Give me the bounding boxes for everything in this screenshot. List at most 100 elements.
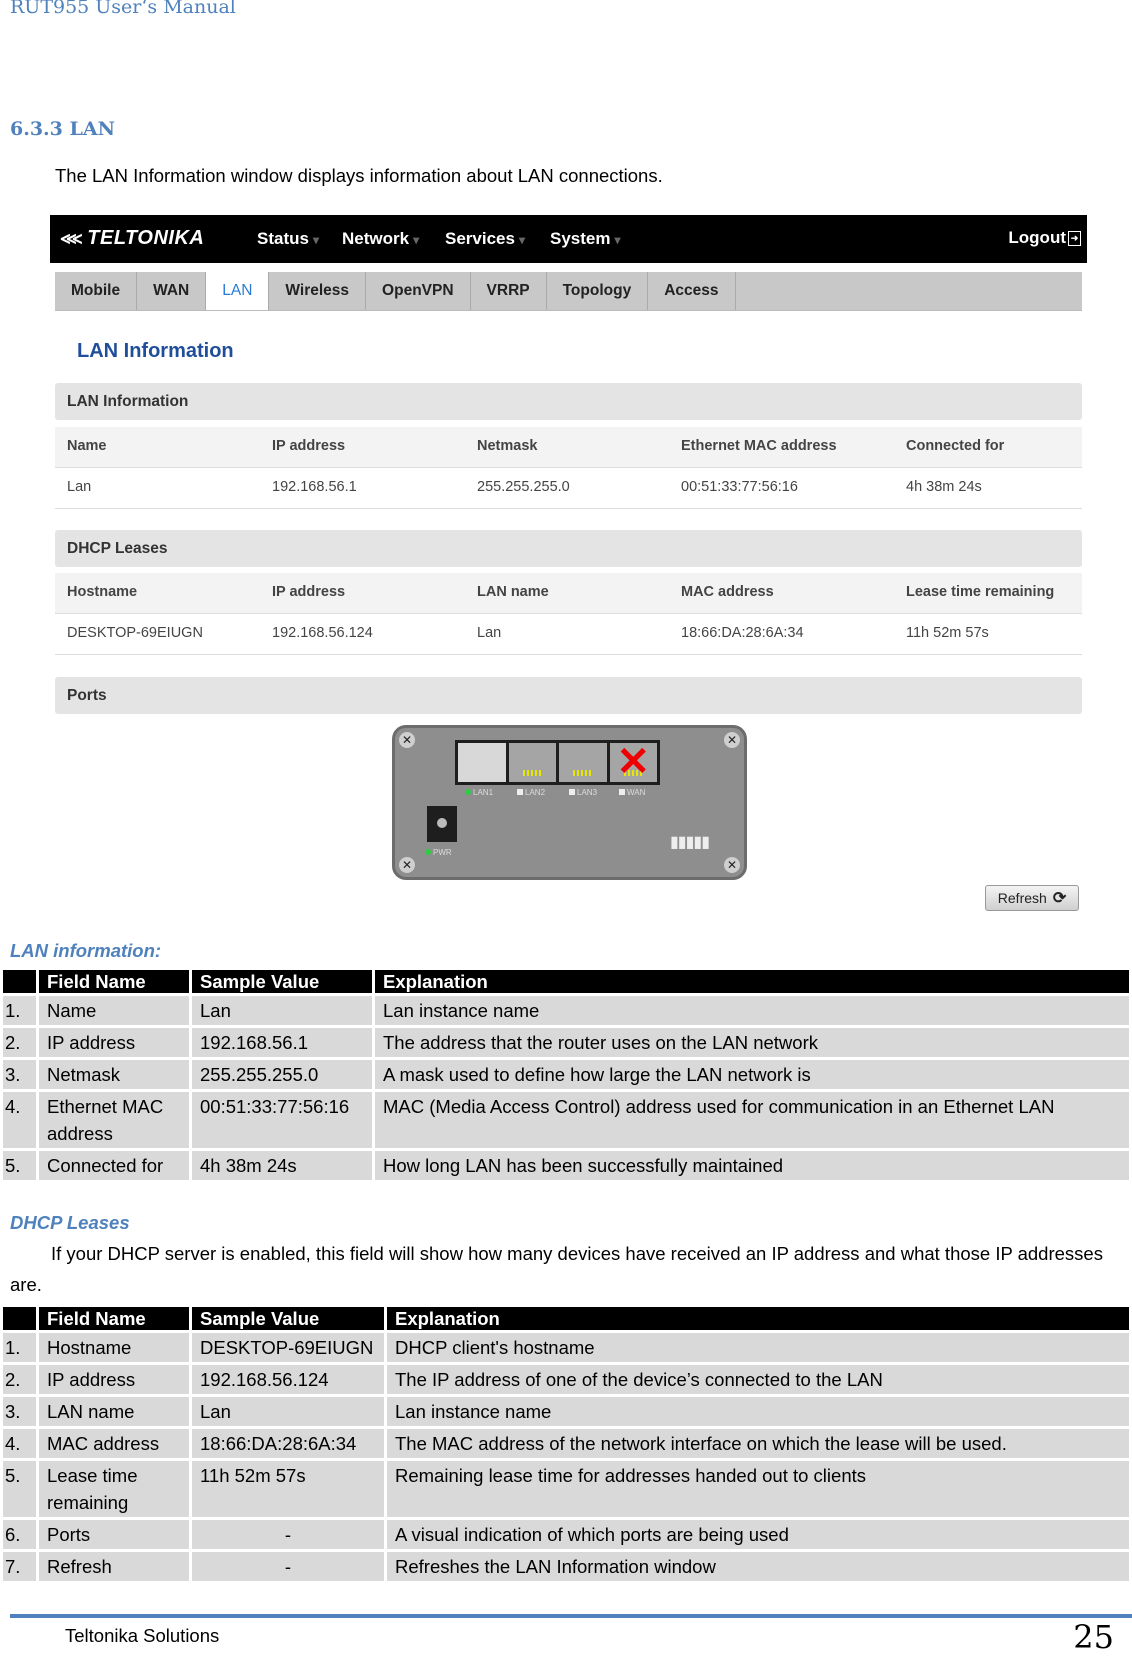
- logout-icon: ➜: [1068, 230, 1081, 246]
- port-lan2: [508, 743, 556, 782]
- refresh-button[interactable]: Refresh ⟳: [985, 885, 1079, 911]
- explanation: A mask used to define how large the LAN …: [375, 1060, 1129, 1089]
- table-row: 1. Name Lan Lan instance name: [3, 996, 1129, 1025]
- intro-paragraph: The LAN Information window displays info…: [55, 165, 663, 186]
- led-off-icon: [569, 789, 575, 795]
- column-header: Lease time remaining: [906, 584, 1055, 600]
- nav-label: System: [550, 229, 611, 248]
- field-name: MAC address: [39, 1429, 189, 1458]
- table-row: 3. Netmask 255.255.255.0 A mask used to def…: [3, 1060, 1129, 1089]
- tab-wireless[interactable]: Wireless: [269, 272, 367, 310]
- cell: Lan: [67, 479, 92, 495]
- cell: 255.255.255.0: [477, 479, 570, 495]
- nav-label: Network: [342, 229, 410, 248]
- sample-value: 192.168.56.124: [192, 1365, 384, 1394]
- column-header: IP address: [272, 584, 346, 600]
- port-lan3: [559, 743, 607, 782]
- row-number: 1.: [3, 996, 36, 1025]
- tab-access[interactable]: Access: [648, 272, 736, 310]
- field-name: IP address: [39, 1028, 189, 1057]
- field-name: Netmask: [39, 1060, 189, 1089]
- cell: DESKTOP-69EIUGN: [67, 625, 203, 641]
- lan-info-row: Lan 192.168.56.1 255.255.255.0 00:51:33:…: [55, 468, 1082, 509]
- table-row: 6. Ports - A visual indication of which por…: [3, 1520, 1129, 1549]
- led-on-icon: [425, 849, 431, 855]
- port-label-text: LAN3: [577, 788, 598, 797]
- router-ui-screenshot: ⋘ TELTONIKA Status ▾ Network ▾ Services ▾ S…: [50, 215, 1087, 933]
- sample-value: Lan: [192, 996, 372, 1025]
- cell: 00:51:33:77:56:16: [681, 479, 798, 495]
- explanation: The MAC address of the network interface…: [387, 1429, 1129, 1458]
- explanation: How long LAN has been successfully maint…: [375, 1151, 1129, 1180]
- refresh-icon: ⟳: [1052, 890, 1067, 907]
- lan-info-header-row: Name IP address Netmask Ethernet MAC add…: [55, 427, 1082, 468]
- footer-company: Teltonika Solutions: [65, 1625, 220, 1646]
- sample-value: DESKTOP-69EIUGN: [192, 1333, 384, 1362]
- screw-icon: ✕: [399, 732, 415, 748]
- ethernet-ports: ✕: [455, 740, 660, 785]
- row-number: 4.: [3, 1092, 36, 1148]
- tab-wan[interactable]: WAN: [137, 272, 207, 310]
- port-lan1: [458, 743, 506, 782]
- field-name: Lease time remaining: [39, 1461, 189, 1517]
- nav-network[interactable]: Network ▾: [342, 229, 419, 249]
- table-row: 5. Connected for 4h 38m 24s How long LAN ha…: [3, 1151, 1129, 1180]
- row-number: 3.: [3, 1060, 36, 1089]
- port-wan: ✕: [609, 742, 657, 782]
- logout-button[interactable]: Logout ➜: [1008, 228, 1081, 248]
- refresh-label: Refresh: [997, 890, 1047, 906]
- dhcp-leases-table: Field Name Sample Value Explanation 1. Ho…: [0, 1304, 1132, 1584]
- explanation: A visual indication of which ports are b…: [387, 1520, 1129, 1549]
- column-header: IP address: [272, 438, 346, 454]
- logout-label: Logout: [1008, 228, 1066, 247]
- tab-mobile[interactable]: Mobile: [55, 272, 138, 310]
- nav-system[interactable]: System ▾: [550, 229, 621, 249]
- row-number: 2.: [3, 1028, 36, 1057]
- field-name: Ports: [39, 1520, 189, 1549]
- top-navbar: ⋘ TELTONIKA Status ▾ Network ▾ Services ▾ S…: [50, 215, 1087, 263]
- page-title: LAN Information: [77, 340, 234, 362]
- column-header: Field Name: [39, 970, 189, 993]
- sample-value: 192.168.56.1: [192, 1028, 372, 1057]
- field-name: Hostname: [39, 1333, 189, 1362]
- tab-bar: Mobile WAN LAN Wireless OpenVPN VRRP Top…: [55, 272, 1082, 311]
- explanation: MAC (Media Access Control) address used …: [375, 1092, 1129, 1148]
- led-off-icon: [619, 789, 625, 795]
- brand-name: TELTONIKA: [87, 227, 205, 249]
- port-pins: [522, 770, 542, 776]
- teltonika-logo: ⋘ TELTONIKA: [60, 227, 204, 250]
- explanation: Lan instance name: [375, 996, 1129, 1025]
- nav-services[interactable]: Services ▾: [445, 229, 525, 249]
- port-label-lan1: LAN1: [465, 788, 493, 797]
- cell: 18:66:DA:28:6A:34: [681, 625, 804, 641]
- column-header: LAN name: [477, 584, 549, 600]
- led-on-icon: [465, 789, 471, 795]
- column-header: Netmask: [477, 438, 538, 454]
- tab-openvpn[interactable]: OpenVPN: [366, 272, 471, 310]
- power-label-text: PWR: [433, 848, 452, 857]
- sample-value: -: [192, 1520, 384, 1549]
- table-header-row: Field Name Sample Value Explanation: [3, 1307, 1129, 1330]
- tab-topology[interactable]: Topology: [547, 272, 649, 310]
- section-title: 6.3.3 LAN: [10, 118, 115, 140]
- port-label-text: WAN: [627, 788, 646, 797]
- power-label: PWR: [425, 848, 452, 857]
- caret-down-icon: ▾: [518, 233, 525, 247]
- page-number: 25: [1073, 1618, 1114, 1656]
- port-label-text: LAN2: [525, 788, 546, 797]
- table-row: 4. MAC address 18:66:DA:28:6A:34 The MAC ad…: [3, 1429, 1129, 1458]
- row-number: 5.: [3, 1151, 36, 1180]
- lan-table-heading: LAN information:: [10, 940, 162, 961]
- column-header: Explanation: [375, 970, 1129, 993]
- tab-vrrp[interactable]: VRRP: [471, 272, 547, 310]
- field-name: IP address: [39, 1365, 189, 1394]
- sample-value: 00:51:33:77:56:16: [192, 1092, 372, 1148]
- column-header: Name: [67, 438, 107, 454]
- running-header: RUT955 User‘s Manual: [10, 0, 236, 18]
- table-row: 4. Ethernet MAC address 00:51:33:77:56:16 M…: [3, 1092, 1129, 1148]
- footer-divider: [10, 1614, 1132, 1618]
- nav-status[interactable]: Status ▾: [257, 229, 319, 249]
- explanation: The IP address of one of the device’s co…: [387, 1365, 1129, 1394]
- tab-lan[interactable]: LAN: [206, 272, 270, 310]
- explanation: Remaining lease time for addresses hande…: [387, 1461, 1129, 1517]
